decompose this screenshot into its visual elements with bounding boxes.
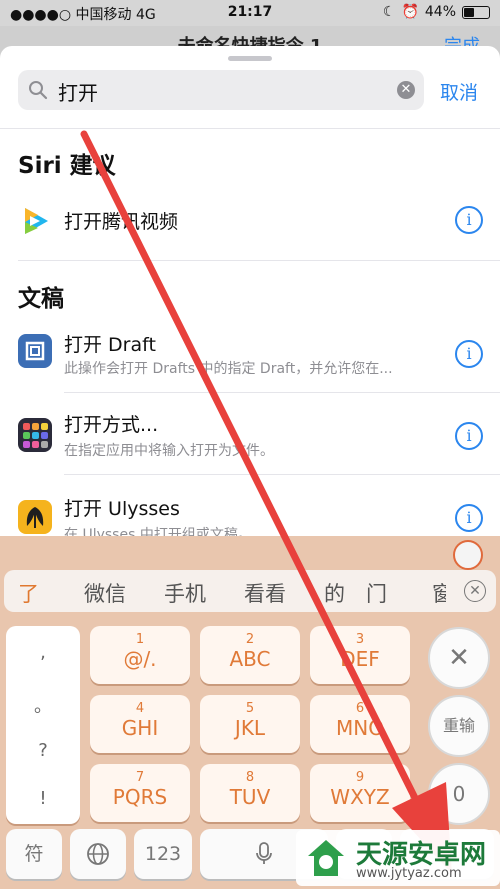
key-letters: ABC bbox=[229, 647, 271, 671]
zero-key[interactable]: 0 bbox=[428, 763, 490, 825]
candidate-word[interactable]: 微信 bbox=[84, 578, 126, 608]
key-5[interactable]: 5 JKL bbox=[200, 695, 300, 753]
section-siri-suggestions: Siri 建议 bbox=[18, 153, 116, 179]
watermark-logo-icon bbox=[308, 840, 344, 876]
sheet-grabber[interactable] bbox=[228, 56, 272, 61]
divider bbox=[18, 260, 500, 261]
key-4[interactable]: 4 GHI bbox=[90, 695, 190, 753]
candidate-word[interactable]: 了 bbox=[18, 578, 39, 608]
key-2[interactable]: 2 ABC bbox=[200, 626, 300, 684]
globe-icon[interactable] bbox=[70, 829, 126, 879]
key-number: 9 bbox=[355, 770, 365, 785]
delete-icon[interactable]: ✕ bbox=[428, 627, 490, 689]
key-number: 1 bbox=[135, 632, 145, 647]
key-number: 5 bbox=[245, 701, 255, 716]
punct-key[interactable]: ? bbox=[6, 740, 80, 761]
key-7[interactable]: 7 PQRS bbox=[90, 764, 190, 822]
list-item[interactable]: 打开 Draft 此操作会打开 Drafts 中的指定 Draft，并允许您在.… bbox=[0, 328, 500, 398]
candidate-word[interactable]: 手机 bbox=[164, 578, 206, 608]
punct-key[interactable]: , bbox=[6, 642, 80, 663]
item-title: 打开方式... bbox=[64, 414, 159, 436]
key-number: 6 bbox=[355, 701, 365, 716]
close-candidates-icon[interactable]: ✕ bbox=[464, 580, 486, 602]
drafts-icon bbox=[18, 334, 52, 368]
keyboard-mascot-icon[interactable] bbox=[453, 540, 483, 570]
key-letters: JKL bbox=[234, 716, 266, 740]
open-in-icon bbox=[18, 418, 52, 452]
retype-button[interactable]: 重输 bbox=[428, 695, 490, 757]
status-right: ☾ ⏰ 44% bbox=[383, 4, 490, 20]
symbol-key[interactable]: 符 bbox=[6, 829, 62, 879]
alarm-icon: ⏰ bbox=[401, 4, 419, 20]
list-item[interactable]: 打开方式... 在指定应用中将输入打开为文件。 i bbox=[0, 410, 500, 480]
info-icon[interactable]: i bbox=[455, 206, 483, 234]
key-8[interactable]: 8 TUV bbox=[200, 764, 300, 822]
divider bbox=[64, 392, 500, 393]
item-title: 打开腾讯视频 bbox=[64, 211, 179, 233]
key-letters: MNO bbox=[336, 716, 384, 740]
key-letters: PQRS bbox=[112, 785, 168, 809]
key-9[interactable]: 9 WXYZ bbox=[310, 764, 410, 822]
key-letters: WXYZ bbox=[330, 785, 390, 809]
candidate-word[interactable]: 门 bbox=[366, 578, 387, 608]
battery-icon bbox=[462, 5, 490, 19]
tencent-video-icon bbox=[18, 204, 52, 238]
key-number: 2 bbox=[245, 632, 255, 647]
info-icon[interactable]: i bbox=[455, 422, 483, 450]
key-number: 8 bbox=[245, 770, 255, 785]
number-key[interactable]: 123 bbox=[134, 829, 192, 879]
candidate-word[interactable]: 看看 bbox=[244, 578, 286, 608]
key-3[interactable]: 3 DEF bbox=[310, 626, 410, 684]
punctuation-column[interactable]: , 。 ? ! bbox=[6, 626, 80, 824]
list-item[interactable]: 打开腾讯视频 i bbox=[0, 196, 500, 256]
action-search-sheet: ✕ 取消 Siri 建议 打开腾讯视频 i 文稿 打开 Draft 此操作会打开… bbox=[0, 46, 500, 546]
battery-percent: 44% bbox=[424, 4, 456, 20]
candidate-bar: 了 微信 手机 看看 的 门 窗 ✕ bbox=[4, 570, 496, 612]
key-letters: DEF bbox=[340, 647, 380, 671]
key-letters: TUV bbox=[229, 785, 271, 809]
key-number: 4 bbox=[135, 701, 145, 716]
divider bbox=[0, 128, 500, 129]
ulysses-icon bbox=[18, 500, 52, 534]
punct-key[interactable]: 。 bbox=[6, 692, 80, 718]
item-title: 打开 Draft bbox=[64, 334, 156, 356]
key-letters: GHI bbox=[121, 716, 159, 740]
watermark-url: www.jytyaz.com bbox=[356, 866, 462, 881]
candidate-word[interactable]: 窗 bbox=[432, 578, 446, 608]
search-icon bbox=[28, 80, 48, 104]
info-icon[interactable]: i bbox=[455, 340, 483, 368]
clear-icon[interactable]: ✕ bbox=[397, 81, 415, 99]
info-icon[interactable]: i bbox=[455, 504, 483, 532]
moon-icon: ☾ bbox=[382, 4, 396, 20]
item-subtitle: 此操作会打开 Drafts 中的指定 Draft，并允许您在... bbox=[64, 361, 393, 377]
item-subtitle: 在指定应用中将输入打开为文件。 bbox=[64, 443, 274, 459]
key-number: 3 bbox=[355, 632, 365, 647]
status-bar: ●●●●○ 中国移动 4G 21:17 ☾ ⏰ 44% bbox=[0, 0, 500, 26]
key-6[interactable]: 6 MNO bbox=[310, 695, 410, 753]
key-letters: @/. bbox=[123, 647, 157, 671]
cancel-button[interactable]: 取消 bbox=[440, 78, 478, 105]
section-documents: 文稿 bbox=[18, 286, 64, 312]
key-1[interactable]: 1 @/. bbox=[90, 626, 190, 684]
search-bar[interactable]: ✕ bbox=[18, 70, 424, 112]
candidate-word[interactable]: 的 bbox=[324, 578, 345, 608]
watermark: 天源安卓网 www.jytyaz.com bbox=[296, 830, 500, 886]
item-title: 打开 Ulysses bbox=[64, 498, 180, 520]
search-input[interactable] bbox=[56, 70, 380, 112]
divider bbox=[64, 474, 500, 475]
key-number: 7 bbox=[135, 770, 145, 785]
punct-key[interactable]: ! bbox=[6, 788, 80, 809]
